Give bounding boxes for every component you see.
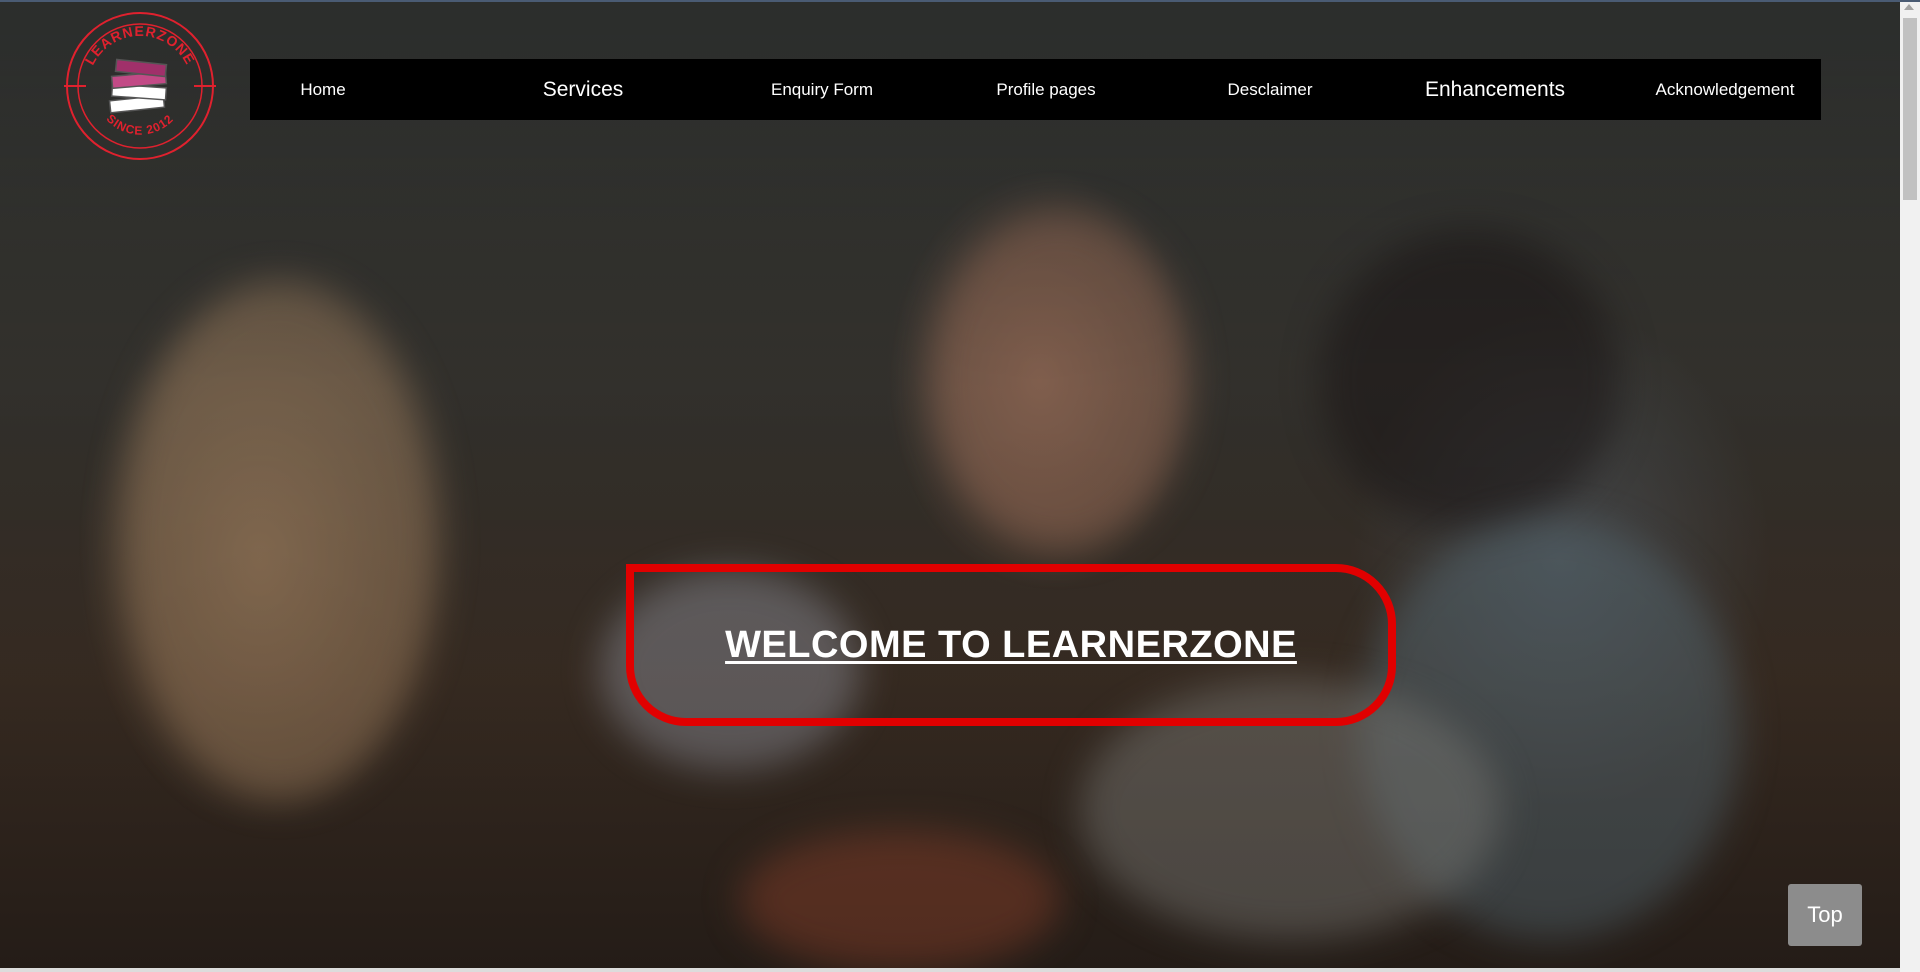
svg-text:LEARNERZONE: LEARNERZONE: [81, 23, 198, 67]
learnerzone-logo[interactable]: LEARNERZONE SINCE 2012: [58, 10, 222, 162]
welcome-banner: WELCOME TO LEARNERZONE: [626, 564, 1396, 726]
nav-profile-pages[interactable]: Profile pages: [966, 59, 1126, 120]
nav-enhancements[interactable]: Enhancements: [1410, 59, 1580, 120]
back-to-top-button[interactable]: Top: [1788, 884, 1862, 946]
nav-desclaimer[interactable]: Desclaimer: [1190, 59, 1350, 120]
main-navbar: Home Services Enquiry Form Profile pages…: [250, 59, 1821, 120]
logo-bottom-text: SINCE 2012: [104, 111, 176, 137]
nav-enquiry-form[interactable]: Enquiry Form: [742, 59, 902, 120]
welcome-heading: WELCOME TO LEARNERZONE: [725, 623, 1297, 666]
window-bottom-edge: [0, 968, 1900, 972]
books-icon: [108, 58, 168, 114]
logo-top-text: LEARNERZONE: [81, 23, 197, 67]
nav-services[interactable]: Services: [510, 59, 656, 120]
scroll-up-arrow-icon[interactable]: [1904, 4, 1914, 10]
nav-home[interactable]: Home: [250, 59, 396, 120]
scrollbar-thumb[interactable]: [1903, 18, 1917, 200]
hero-background: [0, 0, 1900, 972]
svg-text:SINCE 2012: SINCE 2012: [104, 111, 177, 137]
nav-acknowledgement[interactable]: Acknowledgement: [1635, 59, 1815, 120]
window-top-edge: [0, 0, 1920, 2]
